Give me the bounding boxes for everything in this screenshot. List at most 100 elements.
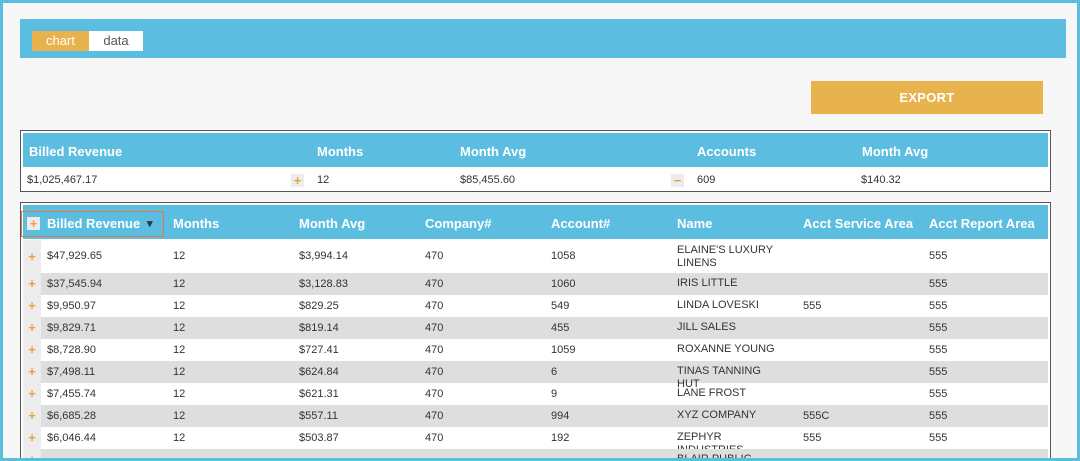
summary-billed-revenue: $1,025,467.17 [27, 174, 98, 186]
table-row[interactable]: + $9,950.97 12 $829.25 470 549 LINDA LOVESKI 55… [23, 295, 1048, 317]
grid-header-billed-revenue[interactable]: Billed Revenue [47, 205, 140, 243]
cell-name: XYZ COMPANY [677, 409, 757, 421]
table-row[interactable]: + $6,685.28 12 $557.11 470 994 XYZ COMPANY 555C… [23, 405, 1048, 427]
cell-month-avg: $624.84 [299, 365, 339, 378]
cell-month-avg: $727.41 [299, 343, 339, 356]
summary-month-avg: $85,455.60 [460, 174, 516, 186]
cell-account-number: 994 [551, 409, 570, 422]
grid-header-row: + Billed Revenue ▾ Months Month Avg Comp… [21, 205, 1048, 239]
cell-months: 12 [173, 365, 186, 378]
cell-billed-revenue: $8,728.90 [47, 343, 96, 356]
cell-month-avg: $503.87 [299, 431, 339, 444]
summary-header-billed-revenue: Billed Revenue [29, 144, 123, 159]
export-button[interactable]: EXPORT [811, 81, 1043, 114]
cell-company-number: 470 [425, 431, 444, 444]
cell-company-number: 470 [425, 409, 444, 422]
cell-company-number: 470 [425, 277, 444, 290]
cell-account-number: 455 [551, 321, 570, 334]
sort-descending-icon[interactable]: ▾ [147, 205, 153, 243]
cell-company-number: 470 [425, 321, 444, 334]
cell-billed-revenue: $7,455.74 [47, 387, 96, 400]
cell-acct-report-area: 555 [929, 321, 948, 334]
cell-month-avg: $829.25 [299, 299, 339, 312]
table-row[interactable]: + $7,455.74 12 $621.31 470 9 LANE FROST 555 [23, 383, 1048, 405]
expand-all-plus-icon[interactable]: + [27, 217, 40, 230]
summary-accounts: 609 [697, 174, 716, 186]
summary-table: Billed Revenue Months Month Avg Accounts… [20, 130, 1051, 192]
table-row[interactable]: + $8,728.90 12 $727.41 470 1059 ROXANNE YOUNG 5… [23, 339, 1048, 361]
cell-account-number: 9 [551, 387, 558, 400]
table-row[interactable]: + $9,829.71 12 $819.14 470 455 JILL SALES 555 [23, 317, 1048, 339]
account-data-grid: + Billed Revenue ▾ Months Month Avg Comp… [20, 202, 1051, 461]
cell-acct-report-area: 555 [929, 277, 948, 290]
summary-header-account-month-avg: Month Avg [862, 144, 929, 159]
row-expand-plus-icon[interactable]: + [23, 383, 41, 405]
table-row[interactable]: + $47,929.65 12 $3,994.14 470 1058 ELAINE'S LU… [23, 240, 1048, 273]
cell-months: 12 [173, 409, 186, 422]
cell-month-avg: $3,994.14 [299, 250, 348, 262]
table-row[interactable]: + BLAIR PUBLIC [23, 449, 1048, 461]
cell-name: ELAINE'S LUXURY LINENS [677, 244, 773, 269]
cell-acct-report-area: 555 [929, 387, 948, 400]
cell-company-number: 470 [425, 250, 444, 262]
cell-name: BLAIR PUBLIC [677, 453, 752, 461]
collapse-accounts-minus-icon[interactable]: − [671, 174, 684, 187]
row-expand-plus-icon[interactable]: + [23, 405, 41, 427]
expand-months-plus-icon[interactable]: + [291, 174, 304, 187]
cell-account-number: 1060 [551, 277, 576, 290]
view-tab-bar: chart data [20, 19, 1066, 58]
cell-months: 12 [173, 431, 186, 444]
cell-name: ROXANNE YOUNG [677, 343, 775, 355]
row-expand-plus-icon[interactable]: + [23, 339, 41, 361]
cell-billed-revenue: $47,929.65 [47, 250, 103, 262]
table-row[interactable]: + $7,498.11 12 $624.84 470 6 TINAS TANNING HUT… [23, 361, 1048, 390]
row-expand-plus-icon[interactable]: + [23, 295, 41, 317]
row-expand-plus-icon[interactable]: + [23, 273, 41, 295]
cell-months: 12 [173, 277, 186, 290]
cell-acct-report-area: 555 [929, 343, 948, 356]
cell-acct-service-area: 555 [803, 431, 822, 444]
grid-header-month-avg[interactable]: Month Avg [299, 205, 365, 243]
cell-company-number: 470 [425, 387, 444, 400]
cell-acct-service-area: 555 [803, 299, 822, 312]
cell-months: 12 [173, 321, 186, 334]
grid-header-acct-service-area[interactable]: Acct Service Area [803, 205, 913, 243]
grid-header-account-number[interactable]: Account# [551, 205, 610, 243]
row-expand-plus-icon[interactable]: + [23, 449, 41, 458]
cell-company-number: 470 [425, 299, 444, 312]
cell-months: 12 [173, 299, 186, 312]
cell-account-number: 1059 [551, 343, 576, 356]
cell-acct-report-area: 555 [929, 431, 948, 444]
cell-name: LINDA LOVESKI [677, 299, 759, 311]
grid-header-months[interactable]: Months [173, 205, 219, 243]
row-expand-plus-icon[interactable]: + [23, 240, 41, 273]
row-expand-plus-icon[interactable]: + [23, 361, 41, 383]
grid-header-name[interactable]: Name [677, 205, 712, 243]
cell-month-avg: $819.14 [299, 321, 339, 334]
cell-billed-revenue: $7,498.11 [47, 365, 96, 378]
cell-account-number: 549 [551, 299, 570, 312]
summary-header-months: Months [317, 144, 364, 159]
cell-month-avg: $621.31 [299, 387, 339, 400]
tab-data[interactable]: data [89, 31, 143, 51]
cell-acct-report-area: 555 [929, 365, 948, 378]
cell-acct-report-area: 555 [929, 409, 948, 422]
summary-account-month-avg: $140.32 [861, 174, 901, 186]
cell-name: IRIS LITTLE [677, 277, 738, 289]
cell-acct-report-area: 555 [929, 250, 948, 262]
table-row[interactable]: + $37,545.94 12 $3,128.83 470 1060 IRIS LITTLE… [23, 273, 1048, 295]
app-frame: chart data EXPORT Billed Revenue Months … [0, 0, 1080, 461]
cell-account-number: 1058 [551, 250, 576, 262]
cell-company-number: 470 [425, 343, 444, 356]
row-expand-plus-icon[interactable]: + [23, 427, 41, 449]
row-expand-plus-icon[interactable]: + [23, 317, 41, 339]
summary-months: 12 [317, 174, 330, 186]
tab-chart[interactable]: chart [32, 31, 89, 51]
cell-billed-revenue: $6,046.44 [47, 431, 96, 444]
grid-header-company-number[interactable]: Company# [425, 205, 491, 243]
grid-header-acct-report-area[interactable]: Acct Report Area [929, 205, 1035, 243]
cell-billed-revenue: $37,545.94 [47, 277, 103, 290]
table-row[interactable]: +$6,046.4412$503.87470192ZEPHYR INDUSTRI… [23, 427, 1048, 456]
cell-billed-revenue: $6,685.28 [47, 409, 96, 422]
cell-billed-revenue: $9,950.97 [47, 299, 96, 312]
